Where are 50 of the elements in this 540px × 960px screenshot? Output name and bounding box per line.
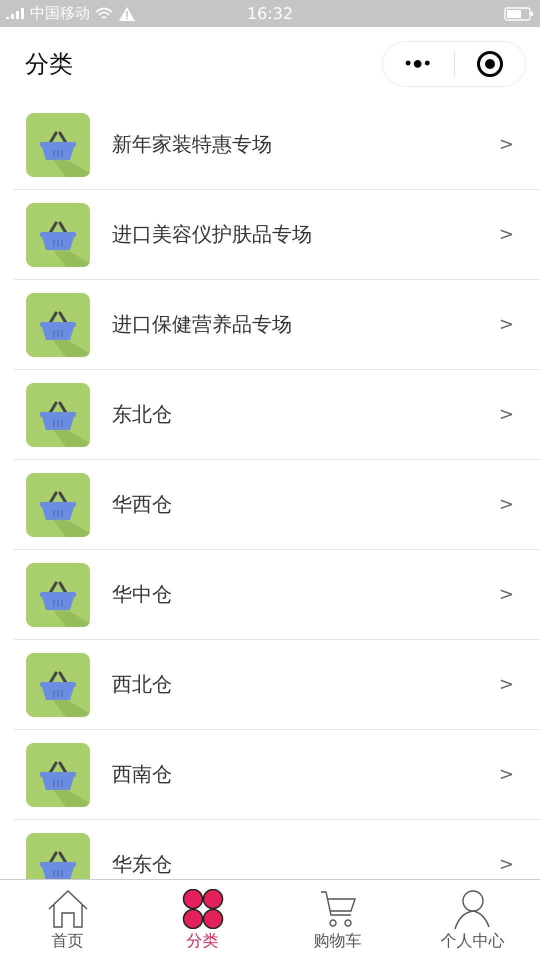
chevron-glyph: > [498, 494, 514, 515]
category-name: 进口美容仪护肤品专场 [112, 221, 313, 248]
battery-icon [504, 6, 534, 22]
more-button[interactable]: •●• [383, 42, 454, 86]
chevron-glyph: > [498, 314, 514, 335]
category-row[interactable]: 进口保健营养品专场 > [14, 280, 540, 370]
chevron-glyph: > [498, 134, 514, 155]
basket-icon [26, 562, 90, 626]
page-title: 分类 [25, 48, 73, 80]
home-icon [46, 888, 88, 928]
target-icon [476, 50, 504, 78]
chevron-glyph: > [498, 404, 514, 425]
basket-icon [26, 742, 90, 806]
chevron-glyph: > [498, 764, 514, 785]
chevron-glyph: > [498, 224, 514, 245]
category-row[interactable]: 西南仓 > [14, 730, 540, 820]
category-row[interactable]: 华中仓 > [14, 550, 540, 640]
chevron-glyph: > [498, 674, 514, 695]
tab-item[interactable]: 购物车 [270, 880, 405, 960]
basket-icon [26, 832, 90, 879]
category-name: 华中仓 [112, 581, 173, 608]
basket-icon [26, 472, 90, 536]
category-name: 华东仓 [112, 851, 173, 878]
basket-icon [26, 112, 90, 176]
category-row[interactable]: 进口美容仪护肤品专场 > [14, 190, 540, 280]
warning-icon [118, 6, 136, 22]
category-row[interactable]: 华西仓 > [14, 460, 540, 550]
category-name: 西南仓 [112, 761, 173, 788]
category-name: 华西仓 [112, 491, 173, 518]
category-row[interactable]: 西北仓 > [14, 640, 540, 730]
tab-item[interactable]: 首页 [0, 880, 135, 960]
signal-icon [6, 6, 26, 20]
category-name: 新年家装特惠专场 [112, 131, 273, 158]
clock-time: 16:32 [246, 4, 294, 23]
basket-icon [26, 652, 90, 716]
chevron-glyph: > [498, 854, 514, 875]
category-row[interactable]: 东北仓 > [14, 370, 540, 460]
tab-item[interactable]: 分类 [135, 880, 270, 960]
carrier-name: 中国移动 [30, 4, 90, 23]
category-name: 进口保健营养品专场 [112, 311, 293, 338]
clover-icon [182, 888, 224, 928]
category-row[interactable]: 新年家装特惠专场 > [14, 100, 540, 190]
basket-icon [26, 292, 90, 356]
wifi-icon [94, 6, 114, 22]
category-name: 东北仓 [112, 401, 173, 428]
tab-item[interactable]: 个人中心 [405, 880, 540, 960]
basket-icon [26, 382, 90, 446]
chevron-glyph: > [498, 584, 514, 605]
category-name: 西北仓 [112, 671, 173, 698]
basket-icon [26, 202, 90, 266]
